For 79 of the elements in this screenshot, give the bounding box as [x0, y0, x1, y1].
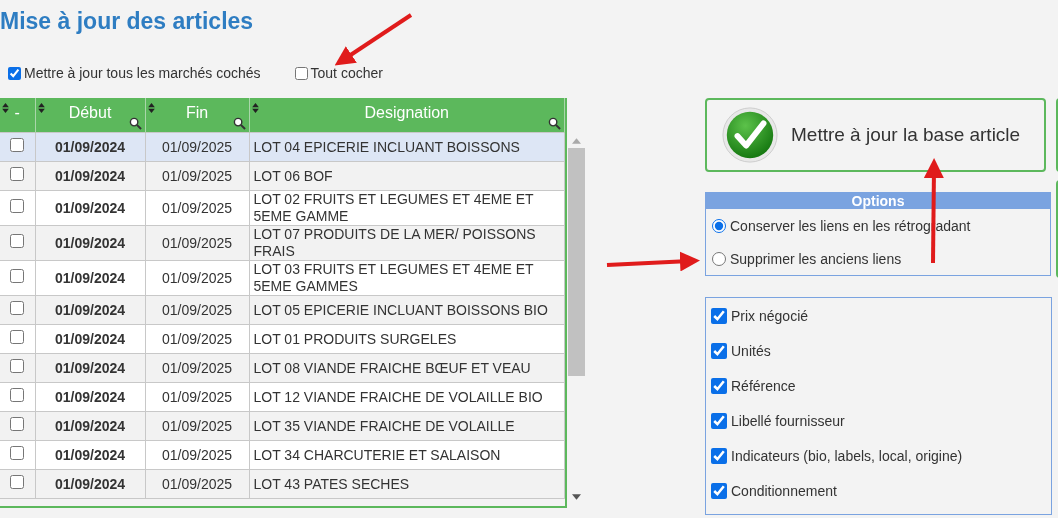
table-cell: 01/09/2024	[35, 295, 145, 325]
table-cell[interactable]: LOT 34 CHARCUTERIE ET SALAISON	[249, 440, 565, 470]
row-checkbox[interactable]	[10, 446, 25, 460]
table-cell: 01/09/2024	[35, 469, 145, 499]
table-cell: 01/09/2024	[35, 132, 145, 162]
row-checkbox[interactable]	[10, 388, 25, 402]
table-cell[interactable]: LOT 07 PRODUITS DE LA MER/ POISSONS FRAIS	[249, 225, 565, 261]
table-cell: 01/09/2025	[145, 353, 249, 383]
update-button[interactable]: Mettre à jour la base article	[705, 98, 1046, 172]
row-checkbox[interactable]	[10, 269, 25, 283]
table-cell[interactable]: LOT 35 VIANDE FRAICHE DE VOLAILLE	[249, 411, 565, 441]
row-checkbox[interactable]	[10, 301, 25, 315]
table-cell: 01/09/2025	[145, 161, 249, 191]
table-cell[interactable]: LOT 12 VIANDE FRAICHE DE VOLAILLE BIO	[249, 382, 565, 412]
table-cell: 01/09/2025	[145, 382, 249, 412]
table-cell[interactable]: LOT 02 FRUITS ET LEGUMES ET 4EME ET 5EME GAMME	[249, 190, 565, 226]
checkbox[interactable]	[711, 448, 727, 464]
checkbox[interactable]	[711, 378, 727, 394]
table-cell[interactable]: LOT 05 EPICERIE INCLUANT BOISSONS BIO	[249, 295, 565, 325]
table-cell[interactable]: LOT 04 EPICERIE INCLUANT BOISSONS	[249, 132, 565, 162]
table-cell: 01/09/2025	[145, 190, 249, 226]
checkbox-label: Conditionnement	[731, 483, 837, 499]
scroll-down-icon[interactable]	[571, 494, 581, 500]
page-title: Mise à jour des articles	[0, 7, 254, 36]
row-checkbox[interactable]	[10, 359, 25, 373]
table-cell: 01/09/2024	[35, 260, 145, 296]
table-cell: 01/09/2024	[35, 411, 145, 441]
row-checkbox[interactable]	[10, 167, 25, 181]
sort-icon[interactable]	[251, 103, 259, 113]
row-checkbox[interactable]	[10, 330, 25, 344]
table-cell: 01/09/2025	[145, 260, 249, 296]
row-checkbox[interactable]	[10, 475, 25, 489]
checkbox-label: Unités	[731, 343, 771, 359]
row-checkbox[interactable]	[10, 138, 25, 152]
row-checkbox[interactable]	[10, 199, 25, 213]
sort-icon[interactable]	[147, 103, 155, 113]
checkbox-label: Indicateurs (bio, labels, local, origine)	[731, 448, 963, 464]
checkbox-label: Libellé fournisseur	[731, 413, 845, 429]
table-cell: 01/09/2024	[35, 353, 145, 383]
table-cell[interactable]: LOT 08 VIANDE FRAICHE BŒUF ET VEAU	[249, 353, 565, 383]
table-cell: 01/09/2025	[145, 324, 249, 354]
checkbox[interactable]	[8, 66, 21, 80]
options-title: Options	[706, 193, 1050, 209]
table-cell: 01/09/2024	[35, 382, 145, 412]
checkbox-label: Prix négocié	[731, 308, 809, 324]
checkbox-label: Mettre à jour tous les marchés cochés	[24, 65, 261, 81]
table-cell: 01/09/2025	[145, 469, 249, 499]
table-cell[interactable]: LOT 06 BOF	[249, 161, 565, 191]
checkbox[interactable]	[711, 308, 727, 324]
checkbox-label: Tout cocher	[310, 65, 383, 81]
table-cell[interactable]: LOT 03 FRUITS ET LEGUMES ET 4EME ET 5EME GAMMES	[249, 260, 565, 296]
table-cell: 01/09/2024	[35, 161, 145, 191]
radio-label: Supprimer les anciens liens	[730, 250, 902, 267]
search-icon[interactable]	[548, 117, 561, 130]
search-icon[interactable]	[232, 117, 246, 130]
checkmark-icon	[721, 106, 779, 164]
table-cell[interactable]: LOT 01 PRODUITS SURGELES	[249, 324, 565, 354]
table-cell: 01/09/2025	[145, 225, 249, 261]
checkbox[interactable]	[294, 66, 308, 80]
table-cell[interactable]: LOT 43 PATES SECHES	[249, 469, 565, 499]
table-cell: 01/09/2024	[35, 324, 145, 354]
table-cell: 01/09/2025	[145, 295, 249, 325]
radio-button[interactable]	[712, 251, 726, 266]
table-cell: 01/09/2025	[145, 440, 249, 470]
row-checkbox[interactable]	[10, 417, 25, 431]
sort-icon[interactable]	[2, 103, 9, 113]
sort-icon[interactable]	[37, 103, 45, 113]
table-cell: 01/09/2025	[145, 132, 249, 162]
checkbox[interactable]	[711, 483, 727, 499]
table-cell: 01/09/2024	[35, 440, 145, 470]
checkbox-label: Référence	[731, 378, 796, 394]
checkbox[interactable]	[711, 343, 727, 359]
table-cell: 01/09/2025	[145, 411, 249, 441]
table-cell: 01/09/2024	[35, 225, 145, 261]
table-cell: 01/09/2024	[35, 190, 145, 226]
row-checkbox[interactable]	[10, 234, 25, 248]
checkbox[interactable]	[711, 413, 727, 429]
radio-button[interactable]	[712, 218, 726, 233]
search-icon[interactable]	[128, 117, 142, 130]
